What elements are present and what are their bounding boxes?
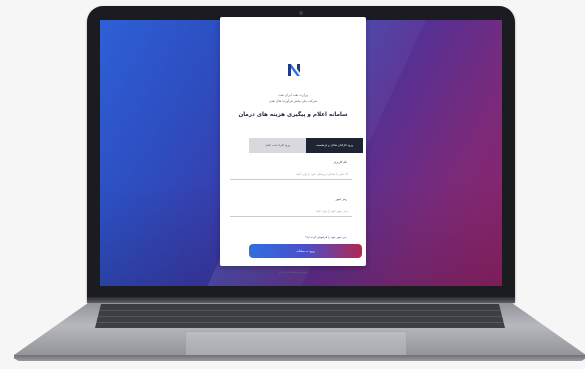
company-logo-icon bbox=[288, 64, 300, 76]
trackpad bbox=[185, 331, 407, 356]
login-card: وزارت نفت ایران نفت شرکت ملی پخش فرآورده… bbox=[220, 17, 366, 274]
login-tabs: ورود کارکنان شاغل و بازنشسته ورود افراد … bbox=[249, 138, 363, 153]
keyboard-row bbox=[95, 316, 505, 317]
forgot-password-link[interactable]: رمز عبور خود را فراموش کرده اید؟ bbox=[305, 235, 347, 239]
keyboard-row bbox=[95, 310, 505, 311]
laptop-hinge bbox=[87, 297, 515, 303]
password-label: رمز عبور bbox=[335, 197, 347, 201]
keyboard-row bbox=[95, 322, 505, 323]
tab-employees[interactable]: ورود کارکنان شاغل و بازنشسته bbox=[306, 138, 363, 153]
header-line-2: شرکت ملی پخش فرآورده های نفتی bbox=[268, 99, 318, 103]
password-input[interactable] bbox=[230, 206, 352, 217]
tab-dependents[interactable]: ورود افراد تحت تکفل bbox=[249, 138, 306, 153]
keyboard bbox=[95, 304, 505, 328]
login-button[interactable]: ورود به سامانه bbox=[249, 244, 362, 258]
username-label: نام کاربری bbox=[333, 160, 347, 164]
webcam-icon bbox=[299, 11, 303, 15]
help-link[interactable]: راهنمای استفاده از سامانه bbox=[230, 271, 356, 275]
username-input[interactable] bbox=[230, 169, 352, 180]
laptop-base-edge bbox=[14, 355, 585, 361]
page-title: سامانه اعلام و پیگیری هزینه های درمان bbox=[238, 112, 348, 118]
header-line-1: وزارت نفت ایران نفت bbox=[278, 93, 308, 97]
